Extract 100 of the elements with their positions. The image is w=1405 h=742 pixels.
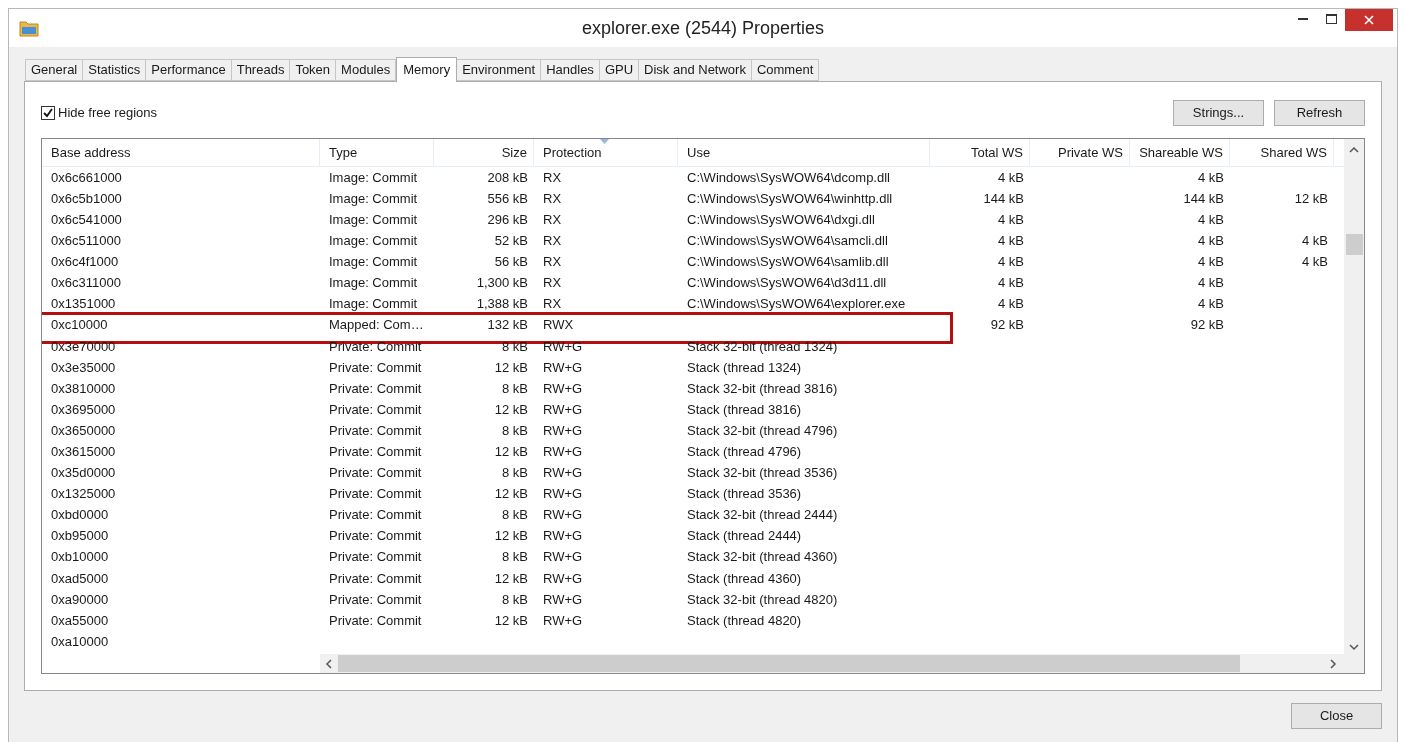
table-cell: 12 kB xyxy=(494,444,528,459)
table-cell: 12 kB xyxy=(494,570,528,586)
table-cell: Private: Commit xyxy=(329,612,422,628)
table-cell: RX xyxy=(543,233,562,249)
table-cell: 0x6c511000 xyxy=(51,233,121,249)
table-cell: RW+G xyxy=(543,486,583,502)
table-cell: RX xyxy=(543,275,562,291)
table-cell: 92 kB xyxy=(990,317,1024,333)
table-cell: 0x6c4f1000 xyxy=(51,254,119,270)
column-header[interactable]: Base address xyxy=(42,139,320,166)
table-cell: 0x6c5b1000 xyxy=(51,190,122,206)
table-cell: 0xc10000 xyxy=(51,317,108,333)
close-button[interactable]: Close xyxy=(1291,703,1382,729)
table-cell: 0x3e35000 xyxy=(51,359,116,375)
table-cell: Stack (thread 3536) xyxy=(687,486,802,502)
table-cell: 12 kB xyxy=(494,528,528,544)
table-cell: 4 kB xyxy=(1198,296,1224,312)
table-cell: 4 kB xyxy=(1198,275,1224,291)
table-cell: 0x3650000 xyxy=(51,422,116,438)
table-cell: RW+G xyxy=(543,380,583,396)
tab[interactable]: Statistics xyxy=(82,59,147,81)
tab[interactable]: Environment xyxy=(456,59,542,81)
table-cell: Private: Commit xyxy=(329,486,422,502)
column-header[interactable]: Size xyxy=(434,139,534,166)
table-cell: 0x1325000 xyxy=(51,486,116,502)
table-cell: RW+G xyxy=(543,401,583,417)
tab[interactable]: Disk and Network xyxy=(638,59,752,81)
table-cell: Image: Commit xyxy=(329,212,418,227)
table-cell: 4 kB xyxy=(998,254,1024,270)
table-cell: RX xyxy=(543,254,562,270)
table-cell: C:\Windows\SysWOW64\explorer.exe xyxy=(687,296,906,312)
table-cell: C:\Windows\SysWOW64\d3d11.dll xyxy=(687,275,887,291)
table-cell: Image: Commit xyxy=(329,254,418,270)
table-cell: 12 kB xyxy=(494,401,528,417)
tab[interactable]: Threads xyxy=(230,59,291,81)
table-cell: Private: Commit xyxy=(329,422,422,438)
tab[interactable]: GPU xyxy=(598,59,640,81)
column-header[interactable]: Type xyxy=(320,139,434,166)
table-cell: Stack 32-bit (thread 4820) xyxy=(687,591,838,607)
table-cell: RWX xyxy=(543,317,574,333)
table-cell: RW+G xyxy=(543,507,583,523)
scroll-up-icon xyxy=(1349,146,1359,154)
scrollbar-thumb[interactable] xyxy=(1345,234,1363,255)
column-header[interactable]: Use xyxy=(678,139,930,166)
table-cell: 0xad5000 xyxy=(51,570,109,586)
checkbox[interactable] xyxy=(41,106,55,120)
vertical-scrollbar[interactable] xyxy=(1344,139,1364,673)
tab[interactable]: Comment xyxy=(750,59,820,81)
table-cell: Image: Commit xyxy=(329,190,418,206)
table-cell: Private: Commit xyxy=(329,591,422,607)
table-cell: 1,300 kB xyxy=(476,275,528,291)
table-cell: 4 kB xyxy=(1302,233,1328,249)
table-cell: Stack (thread 2444) xyxy=(687,528,802,544)
table-cell: 4 kB xyxy=(998,212,1024,227)
column-header[interactable]: Shared WS xyxy=(1230,139,1334,166)
tab[interactable]: General xyxy=(25,59,84,81)
table-cell: C:\Windows\SysWOW64\samlib.dll xyxy=(687,254,889,270)
table-cell: 0xbd0000 xyxy=(51,507,109,523)
table-cell: RX xyxy=(543,296,562,312)
scroll-down-icon xyxy=(1349,643,1359,651)
column-header[interactable]: Private WS xyxy=(1030,139,1130,166)
column-header[interactable]: Total WS xyxy=(930,139,1030,166)
table-cell: 0x3695000 xyxy=(51,401,116,417)
table-cell: Private: Commit xyxy=(329,359,422,375)
checkmark-icon xyxy=(43,108,53,118)
toolbar-button[interactable]: Strings... xyxy=(1173,100,1264,126)
scrollbar-thumb[interactable] xyxy=(338,655,1240,672)
table-cell: 0xb10000 xyxy=(51,549,109,565)
table-cell: 0x6c541000 xyxy=(51,212,122,227)
table-cell: RW+G xyxy=(543,612,583,628)
table-cell: Image: Commit xyxy=(329,169,418,185)
tab[interactable]: Modules xyxy=(335,59,397,81)
table-cell: 0x6c661000 xyxy=(51,169,122,185)
table-cell: 12 kB xyxy=(1294,190,1328,206)
table-cell: 0x3810000 xyxy=(51,380,116,396)
table-cell: C:\Windows\SysWOW64\dcomp.dll xyxy=(687,169,890,185)
table-cell: 0xa10000 xyxy=(51,633,109,649)
tab[interactable]: Memory xyxy=(396,57,458,82)
table-cell: 144 kB xyxy=(1183,190,1224,206)
table-cell: RX xyxy=(543,190,562,206)
table-cell: 208 kB xyxy=(487,169,528,185)
tab[interactable]: Handles xyxy=(540,59,600,81)
table-cell: 8 kB xyxy=(502,591,528,607)
column-header[interactable]: Shareable WS xyxy=(1130,139,1230,166)
table-cell: RW+G xyxy=(543,422,583,438)
table-cell: RW+G xyxy=(543,444,583,459)
table-cell: 0x6c311000 xyxy=(51,275,121,291)
horizontal-scrollbar[interactable] xyxy=(320,654,1344,673)
table-cell: RW+G xyxy=(543,465,583,481)
table-cell: 4 kB xyxy=(1302,254,1328,270)
table-cell: Stack 32-bit (thread 3816) xyxy=(687,380,838,396)
table-cell: 4 kB xyxy=(1198,169,1224,185)
table-cell: Private: Commit xyxy=(329,465,422,481)
table-cell: 92 kB xyxy=(1190,317,1224,333)
tab[interactable]: Performance xyxy=(145,59,232,81)
tab[interactable]: Token xyxy=(289,59,337,81)
toolbar-button[interactable]: Refresh xyxy=(1274,100,1365,126)
table-cell: 132 kB xyxy=(487,317,528,333)
column-header[interactable]: Protection xyxy=(534,139,678,166)
table-cell: 52 kB xyxy=(494,233,528,249)
